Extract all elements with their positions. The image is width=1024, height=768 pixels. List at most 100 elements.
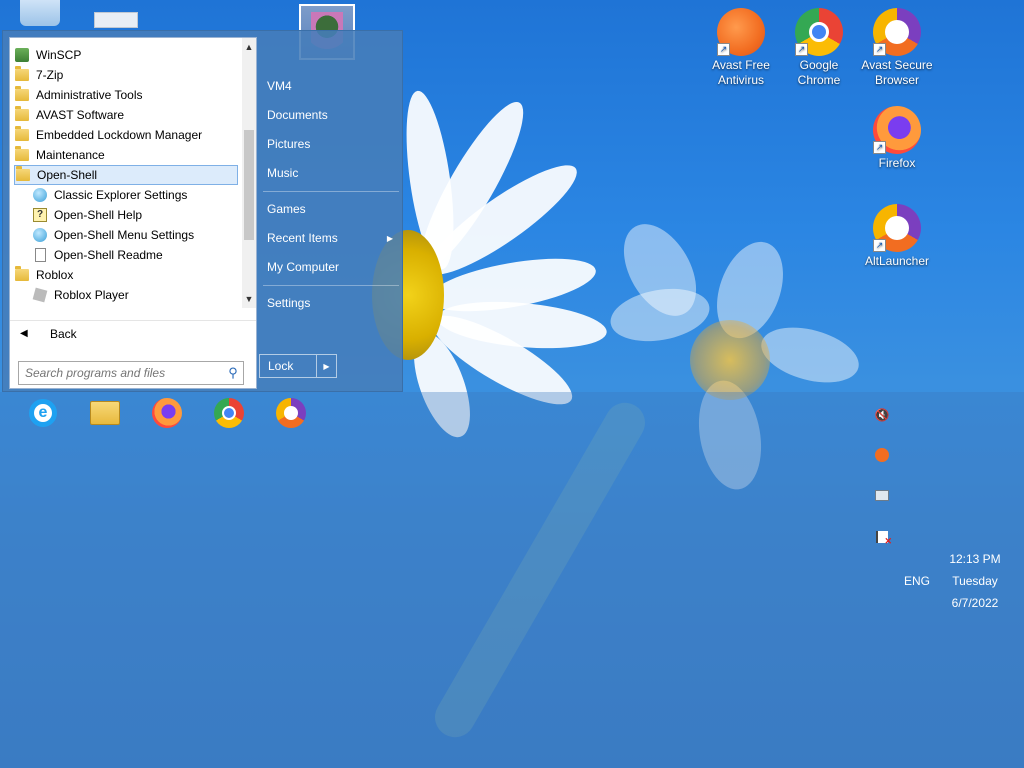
program-item-classic-explorer-settings[interactable]: Classic Explorer Settings [32, 185, 238, 205]
right-item-settings[interactable]: Settings [267, 292, 399, 314]
winscp-icon [14, 47, 30, 63]
program-item-open-shell-menu-settings[interactable]: Open-Shell Menu Settings [32, 225, 238, 245]
folder-icon [14, 86, 30, 103]
program-label: Open-Shell Help [54, 208, 143, 222]
program-label: Open-Shell [37, 168, 98, 182]
action-center-icon[interactable]: ✕ [873, 528, 892, 546]
program-item-open-shell[interactable]: Open-Shell [14, 165, 238, 185]
program-label: Roblox Player [54, 288, 129, 302]
firefox-icon[interactable] [150, 396, 184, 430]
program-item-maintenance[interactable]: Maintenance [14, 145, 238, 165]
scrollbar-thumb[interactable] [244, 130, 254, 240]
program-label: Open-Shell Readme [54, 248, 163, 262]
search-input[interactable] [19, 366, 223, 380]
right-item-games[interactable]: Games [267, 198, 399, 220]
lock-label: Lock [268, 359, 294, 373]
folder-icon [14, 266, 30, 283]
chevron-down-icon[interactable]: ▼ [242, 292, 256, 306]
shortcut-label: Google Chrome [797, 58, 841, 87]
shortcut-altlauncher[interactable]: ↗ AltLauncher [859, 204, 935, 269]
volume-muted-icon[interactable]: 🔇 [873, 406, 891, 424]
program-label: AVAST Software [36, 108, 125, 122]
avast-secure-browser-icon[interactable] [274, 396, 308, 430]
program-list-scrollbar[interactable]: ▲ ▼ [242, 38, 256, 308]
program-list: WinSCP 7-Zip Administrative Tools AVAST … [10, 38, 242, 308]
internet-explorer-icon[interactable]: e [26, 396, 60, 430]
menu-separator [263, 285, 399, 286]
program-item-winscp[interactable]: WinSCP [14, 45, 238, 65]
computer-icon[interactable] [94, 12, 138, 28]
folder-icon [14, 126, 30, 143]
file-explorer-icon[interactable] [88, 396, 122, 430]
chrome-icon[interactable] [212, 396, 246, 430]
altlauncher-icon: ↗ [873, 204, 921, 252]
back-label: Back [50, 326, 77, 341]
document-icon [32, 247, 48, 263]
start-menu-right-pane: VM4 Documents Pictures Music Games Recen… [261, 31, 401, 391]
shortcut-label: Avast Secure Browser [861, 58, 933, 87]
chevron-right-icon[interactable]: ▶ [316, 355, 336, 377]
clock-time[interactable]: 12:13 PM [940, 552, 1010, 566]
right-item-music[interactable]: Music [267, 162, 399, 184]
back-arrow-icon: ◀ [20, 328, 28, 339]
taskbar: e 🔇 ✕ ENG 12:13 PM Tuesday 6/7/2022 [0, 392, 1024, 768]
shortcut-google-chrome[interactable]: ↗ Google Chrome [781, 8, 857, 88]
shortcut-arrow-icon: ↗ [873, 43, 886, 56]
shortcut-arrow-icon: ↗ [795, 43, 808, 56]
program-label: Roblox [36, 268, 74, 282]
shortcut-label: AltLauncher [864, 254, 930, 268]
shortcut-arrow-icon: ↗ [717, 43, 730, 56]
start-menu: WinSCP 7-Zip Administrative Tools AVAST … [2, 30, 403, 392]
program-item-roblox[interactable]: Roblox [14, 265, 238, 285]
program-item-roblox-player[interactable]: Roblox Player [32, 285, 238, 305]
folder-icon [15, 166, 31, 183]
shortcut-firefox[interactable]: ↗ Firefox [859, 106, 935, 171]
right-item-vm4[interactable]: VM4 [267, 75, 399, 97]
right-item-documents[interactable]: Documents [267, 104, 399, 126]
shortcut-arrow-icon: ↗ [873, 239, 886, 252]
recycle-bin-icon[interactable] [20, 0, 60, 26]
help-icon: ? [32, 207, 48, 223]
avast-secure-browser-icon: ↗ [873, 8, 921, 56]
avast-icon: ↗ [717, 8, 765, 56]
lock-button[interactable]: Lock ▶ [259, 354, 337, 378]
shell-icon [32, 187, 48, 203]
folder-icon [14, 146, 30, 163]
shortcut-avast-free-antivirus[interactable]: ↗ Avast Free Antivirus [703, 8, 779, 88]
chevron-up-icon[interactable]: ▲ [242, 40, 256, 54]
shell-icon [32, 227, 48, 243]
search-box[interactable]: ⚲ [18, 361, 244, 385]
avast-tray-icon[interactable] [873, 446, 891, 464]
right-item-recent-items[interactable]: Recent Items ▶ [267, 227, 399, 249]
folder-icon [14, 106, 30, 123]
chevron-right-icon: ▶ [386, 233, 393, 243]
clock-date[interactable]: 6/7/2022 [940, 596, 1010, 610]
recent-items-label: Recent Items [267, 231, 338, 245]
shortcut-label: Firefox [878, 156, 916, 170]
roblox-icon [32, 287, 48, 303]
network-icon[interactable] [873, 486, 891, 504]
language-indicator[interactable]: ENG [902, 574, 932, 588]
shortcut-avast-secure-browser[interactable]: ↗ Avast Secure Browser [859, 8, 935, 88]
back-button[interactable]: ◀ Back [10, 320, 256, 346]
folder-icon [14, 66, 30, 83]
program-label: Administrative Tools [36, 88, 143, 102]
program-item-open-shell-readme[interactable]: Open-Shell Readme [32, 245, 238, 265]
program-label: Classic Explorer Settings [54, 188, 188, 202]
chrome-icon: ↗ [795, 8, 843, 56]
program-item-administrative-tools[interactable]: Administrative Tools [14, 85, 238, 105]
right-item-my-computer[interactable]: My Computer [267, 256, 399, 278]
search-icon[interactable]: ⚲ [223, 365, 243, 381]
program-item-avast-software[interactable]: AVAST Software [14, 105, 238, 125]
program-label: Embedded Lockdown Manager [36, 128, 203, 142]
shortcut-arrow-icon: ↗ [873, 141, 886, 154]
right-item-pictures[interactable]: Pictures [267, 133, 399, 155]
menu-separator [263, 191, 399, 192]
clock-day[interactable]: Tuesday [940, 574, 1010, 588]
program-item-7zip[interactable]: 7-Zip [14, 65, 238, 85]
flower-petal [755, 317, 865, 393]
program-label: 7-Zip [36, 68, 64, 82]
program-item-open-shell-help[interactable]: ? Open-Shell Help [32, 205, 238, 225]
program-item-embedded-lockdown-manager[interactable]: Embedded Lockdown Manager [14, 125, 238, 145]
program-label: Open-Shell Menu Settings [54, 228, 195, 242]
